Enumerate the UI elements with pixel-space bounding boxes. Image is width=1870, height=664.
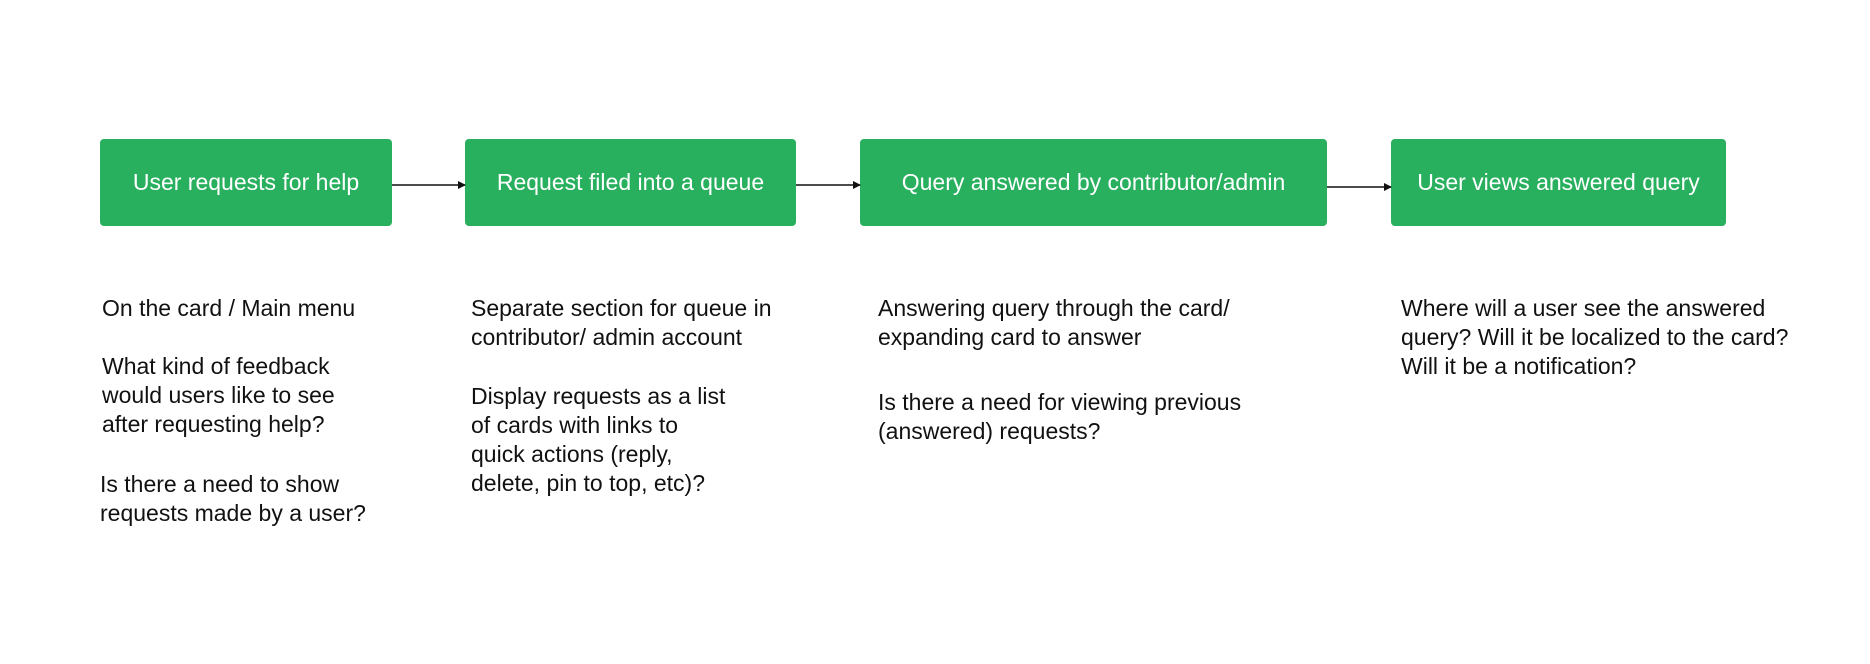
step-label: User views answered query — [1417, 169, 1700, 195]
note-step2-display-requests: Display requests as a list of cards with… — [471, 383, 726, 496]
note-step2-queue-section: Separate section for queue in contributo… — [471, 295, 772, 350]
step-user-views-answer: User views answered query — [1391, 139, 1726, 226]
note-step1-location: On the card / Main menu — [102, 295, 356, 321]
note-step1-show-requests: Is there a need to show requests made by… — [100, 471, 366, 526]
step-user-requests-help: User requests for help — [100, 139, 392, 226]
note-step1-feedback: What kind of feedback would users like t… — [102, 353, 335, 437]
note-step3-answering: Answering query through the card/ expand… — [878, 295, 1230, 350]
step-label: User requests for help — [132, 169, 360, 195]
step-query-answered: Query answered by contributor/admin — [860, 139, 1327, 226]
note-step4-where-answered: Where will a user see the answered query… — [1401, 295, 1789, 379]
step-request-filed-queue: Request filed into a queue — [465, 139, 796, 226]
step-label: Query answered by contributor/admin — [901, 169, 1286, 195]
step-label: Request filed into a queue — [496, 169, 765, 195]
note-step3-previous-requests: Is there a need for viewing previous (an… — [878, 389, 1242, 444]
flow-diagram: User requests for help Request filed int… — [0, 0, 1870, 664]
